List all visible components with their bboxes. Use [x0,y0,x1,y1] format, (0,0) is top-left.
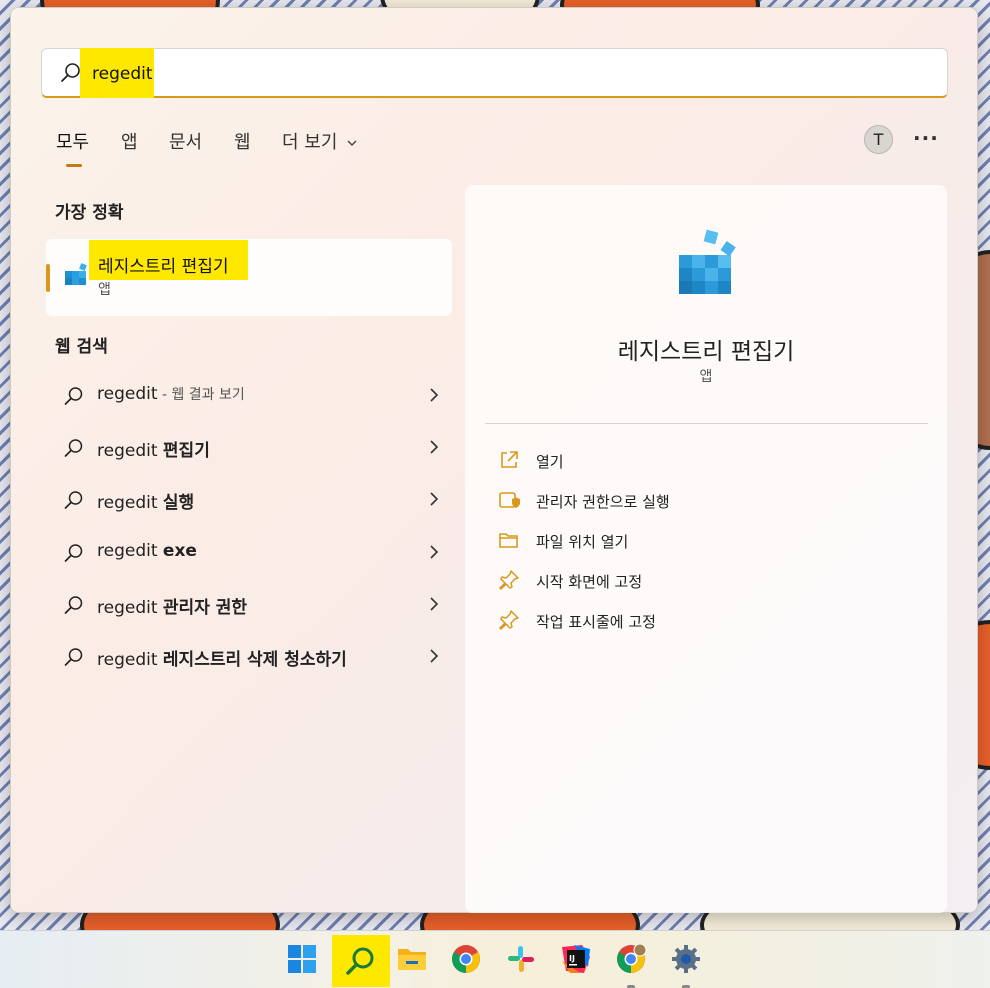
windows-start-icon [288,945,316,973]
search-icon [64,648,83,666]
query-suggestion: 레지스트리 삭제 청소하기 [162,650,347,670]
query-suggestion: 실행 [162,493,195,513]
tab-all[interactable]: 모두 [56,128,89,154]
folder-icon [499,533,518,548]
search-input[interactable] [92,61,692,87]
registry-editor-icon [65,263,87,285]
slack-icon [508,946,534,972]
query-text: regedit [97,598,163,618]
search-icon [64,544,83,562]
search-icon [64,596,83,614]
taskbar-search-button[interactable] [332,935,390,987]
file-explorer-button[interactable] [392,939,432,979]
file-explorer-icon [398,949,426,970]
chevron-right-icon [430,388,439,402]
pin-to-taskbar-action[interactable]: 작업 표시줄에 고정 [498,605,898,635]
web-search-item[interactable]: regedit - 웹 결과 보기 [56,376,441,416]
chevron-right-icon [430,545,439,559]
query-text: regedit [97,541,163,561]
svg-text:IJ: IJ [569,954,575,963]
start-search-panel: 모두 앱 문서 웹 더 보기 T ··· 가장 정확 레지스트리 편집기 앱 웹… [10,7,978,913]
search-icon [346,947,374,975]
chrome-profile-icon [617,943,647,973]
more-options-button[interactable]: ··· [913,126,939,150]
query-text: regedit [97,493,163,513]
admin-shield-icon [499,492,520,508]
open-action[interactable]: 열기 [498,445,898,475]
web-search-text: regedit 편집기 [97,436,210,461]
active-tab-indicator [66,164,82,167]
action-label: 열기 [536,453,564,471]
query-text: regedit [97,441,163,461]
intellij-button[interactable]: IJ [556,939,596,979]
preview-title: 레지스트리 편집기 [617,339,795,365]
pin-icon [499,610,519,630]
query-suggestion: 편집기 [162,441,210,461]
web-search-item[interactable]: regedit 레지스트리 삭제 청소하기 [56,637,441,677]
chrome-button[interactable] [446,939,486,979]
tab-apps[interactable]: 앱 [121,128,138,154]
search-icon [64,491,83,509]
best-match-item[interactable]: 레지스트리 편집기 앱 [46,239,452,316]
settings-icon [672,945,700,973]
query-suggestion: exe [162,541,197,561]
web-search-text: regedit - 웹 결과 보기 [97,384,245,404]
web-search-text: regedit 관리자 권한 [97,593,247,618]
search-box[interactable] [41,48,948,98]
web-search-item[interactable]: regedit exe [56,533,441,573]
action-label: 작업 표시줄에 고정 [536,613,656,631]
preview-pane: 레지스트리 편집기 앱 열기 관리자 권한으로 실행 파일 위치 열기 시작 화… [465,185,947,913]
intellij-icon: IJ [562,945,590,973]
web-search-item[interactable]: regedit 실행 [56,480,441,520]
chrome-icon [452,945,480,973]
action-label: 시작 화면에 고정 [536,573,643,591]
preview-type: 앱 [699,369,713,385]
web-search-text: regedit 실행 [97,488,194,513]
account-avatar[interactable]: T [864,125,893,154]
action-label: 파일 위치 열기 [536,533,629,551]
search-icon [64,387,83,405]
slack-button[interactable] [501,939,541,979]
web-search-item[interactable]: regedit 관리자 권한 [56,585,441,625]
tab-more-label: 더 보기 [282,132,338,153]
pin-icon [499,570,519,590]
tab-web[interactable]: 웹 [234,128,251,154]
chrome-profile-button[interactable] [611,939,651,988]
best-match-heading: 가장 정확 [55,203,124,223]
chevron-right-icon [430,649,439,663]
web-search-text: regedit 레지스트리 삭제 청소하기 [97,645,347,670]
open-external-icon [501,451,518,468]
selection-accent [46,264,50,292]
query-suggestion: 관리자 권한 [162,598,248,618]
tab-more[interactable]: 더 보기 [282,128,358,154]
chevron-right-icon [430,440,439,454]
registry-editor-icon [679,229,736,294]
tab-documents[interactable]: 문서 [169,128,202,154]
pin-to-start-action[interactable]: 시작 화면에 고정 [498,565,898,595]
divider [485,423,928,424]
search-icon [61,63,80,82]
query-suffix: - 웹 결과 보기 [157,387,245,403]
search-icon [64,439,83,457]
chevron-right-icon [430,492,439,506]
web-search-heading: 웹 검색 [55,337,108,357]
settings-button[interactable] [666,939,706,988]
chevron-down-icon [347,140,357,146]
start-button[interactable] [282,939,322,979]
taskbar: IJ [0,930,990,988]
best-match-name: 레지스트리 편집기 [98,257,229,277]
best-match-type: 앱 [98,282,111,298]
run-as-admin-action[interactable]: 관리자 권한으로 실행 [498,485,898,515]
chevron-right-icon [430,597,439,611]
open-file-location-action[interactable]: 파일 위치 열기 [498,525,898,555]
action-label: 관리자 권한으로 실행 [536,493,670,511]
query-text: regedit [97,650,163,670]
web-search-text: regedit exe [97,541,197,561]
query-text: regedit [97,384,158,404]
web-search-item[interactable]: regedit 편집기 [56,428,441,468]
